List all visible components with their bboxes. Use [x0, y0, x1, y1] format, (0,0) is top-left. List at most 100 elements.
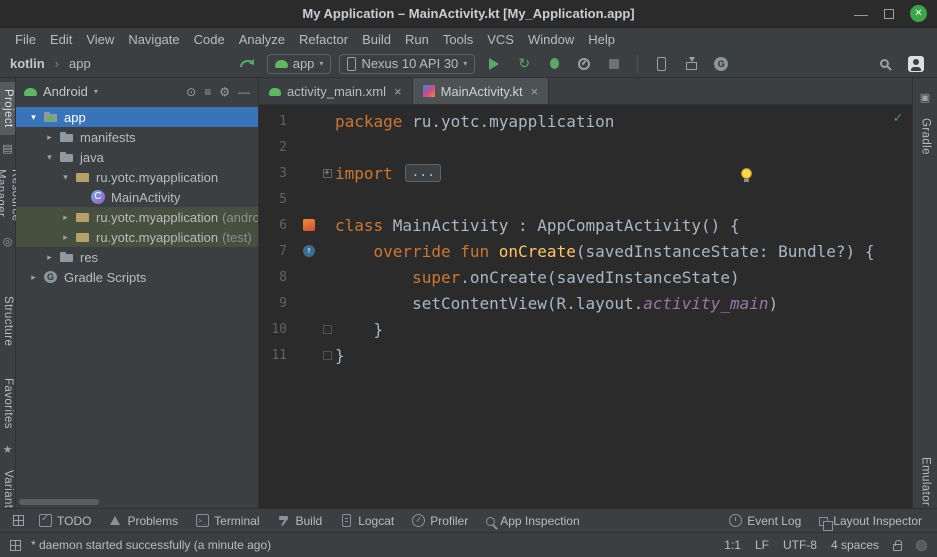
tool-button-favorites[interactable]: Favorites: [0, 371, 15, 436]
line-number[interactable]: 10: [259, 322, 299, 337]
select-opened-file-icon[interactable]: ⊙: [186, 85, 196, 99]
tree-item-java[interactable]: ▾java: [16, 147, 258, 167]
menu-item-window[interactable]: Window: [521, 30, 581, 49]
code-text[interactable]: override fun onCreate(savedInstanceState…: [335, 242, 874, 261]
breadcrumb-module[interactable]: app: [69, 56, 91, 71]
code-text[interactable]: package ru.yotc.myapplication: [335, 112, 614, 131]
menu-item-view[interactable]: View: [79, 30, 121, 49]
tree-item-manifests[interactable]: ▸manifests: [16, 127, 258, 147]
code-text[interactable]: class MainActivity : AppCompatActivity()…: [335, 216, 740, 235]
minimize-icon[interactable]: —: [854, 9, 868, 19]
line-number[interactable]: 8: [259, 270, 299, 285]
code-text[interactable]: super.onCreate(savedInstanceState): [335, 268, 740, 287]
tool-button-emulator[interactable]: Emulator: [918, 450, 933, 513]
device-select[interactable]: Nexus 10 API 30 ▾: [339, 54, 475, 74]
tree-collapsed-arrow-icon[interactable]: ▸: [42, 132, 57, 143]
profile-icon[interactable]: [573, 53, 595, 75]
fold-marker-icon[interactable]: [323, 351, 332, 360]
star-icon[interactable]: ★: [3, 443, 13, 456]
encoding-widget[interactable]: UTF-8: [783, 538, 817, 552]
editor-tab-activity-main-xml[interactable]: activity_main.xml×: [259, 78, 413, 104]
menu-item-navigate[interactable]: Navigate: [121, 30, 186, 49]
tool-window-button-event-log[interactable]: Event Log: [720, 509, 810, 532]
bookmarks-icon[interactable]: ▤: [2, 142, 12, 155]
caret-position-widget[interactable]: 1:1: [724, 538, 741, 552]
line-number[interactable]: 11: [259, 348, 299, 363]
tab-close-icon[interactable]: ×: [531, 84, 539, 99]
maximize-icon[interactable]: [884, 9, 894, 19]
menu-item-run[interactable]: Run: [398, 30, 436, 49]
line-number[interactable]: 2: [259, 140, 299, 155]
tree-item-app[interactable]: ▾app: [16, 107, 258, 127]
close-icon[interactable]: ✕: [910, 5, 927, 22]
gear-icon[interactable]: ⚙: [219, 85, 230, 99]
fold-expand-icon[interactable]: +: [323, 169, 332, 178]
tool-windows-toggle[interactable]: [6, 515, 30, 526]
tool-window-button-logcat[interactable]: Logcat: [331, 509, 403, 532]
code-text[interactable]: import ...: [335, 164, 752, 183]
run-configuration-select[interactable]: app ▾: [267, 54, 332, 74]
horizontal-scrollbar[interactable]: [19, 499, 99, 505]
line-number[interactable]: 7: [259, 244, 299, 259]
collapse-all-icon[interactable]: ≡: [204, 85, 211, 99]
tree-expanded-arrow-icon[interactable]: ▾: [26, 112, 41, 123]
line-number[interactable]: 1: [259, 114, 299, 129]
fold-marker-icon[interactable]: [323, 325, 332, 334]
tree-collapsed-arrow-icon[interactable]: ▸: [58, 212, 73, 223]
search-everywhere-button[interactable]: [873, 53, 895, 75]
tree-item-ru-yotc-myapplication[interactable]: ▾ru.yotc.myapplication: [16, 167, 258, 187]
override-method-gutter-icon[interactable]: [303, 245, 315, 257]
editor-tab-mainactivity-kt[interactable]: MainActivity.kt×: [413, 78, 550, 104]
tree-collapsed-arrow-icon[interactable]: ▸: [26, 272, 41, 283]
tree-item-gradle-scripts[interactable]: ▸Gradle Scripts: [16, 267, 258, 287]
tab-close-icon[interactable]: ×: [394, 84, 402, 99]
tool-window-button-problems[interactable]: Problems: [100, 509, 187, 532]
menu-item-help[interactable]: Help: [581, 30, 622, 49]
tool-windows-icon[interactable]: [10, 540, 21, 551]
run-button[interactable]: [483, 53, 505, 75]
tool-window-button-terminal[interactable]: Terminal: [187, 509, 268, 532]
tool-button-gradle[interactable]: Gradle: [918, 111, 933, 162]
tree-item-res[interactable]: ▸res: [16, 247, 258, 267]
tool-window-button-todo[interactable]: TODO: [30, 509, 100, 532]
device-manager-icon[interactable]: [650, 53, 672, 75]
tree-expanded-arrow-icon[interactable]: ▾: [42, 152, 57, 163]
avatar[interactable]: [905, 53, 927, 75]
tool-window-button-profiler[interactable]: Profiler: [403, 509, 477, 532]
menu-item-file[interactable]: File: [8, 30, 43, 49]
line-number[interactable]: 5: [259, 192, 299, 207]
project-view-mode[interactable]: Android: [43, 84, 88, 99]
tool-window-button-layout-inspector[interactable]: Layout Inspector: [810, 509, 931, 532]
lock-icon[interactable]: [893, 544, 902, 551]
tree-collapsed-arrow-icon[interactable]: ▸: [58, 232, 73, 243]
intention-bulb-icon[interactable]: [741, 168, 752, 179]
inspections-ok-icon[interactable]: ✓: [894, 110, 902, 126]
chevron-down-icon[interactable]: ▾: [94, 87, 98, 96]
hide-panel-icon[interactable]: —: [238, 85, 250, 99]
apply-changes-icon[interactable]: ↻: [513, 53, 535, 75]
line-number[interactable]: 3: [259, 166, 299, 181]
stop-icon[interactable]: [603, 53, 625, 75]
menu-item-tools[interactable]: Tools: [436, 30, 480, 49]
tree-item-mainactivity[interactable]: MainActivity: [16, 187, 258, 207]
line-number[interactable]: 6: [259, 218, 299, 233]
tool-window-button-app-inspection[interactable]: App Inspection: [477, 509, 588, 532]
gradle-sync-icon[interactable]: G: [710, 53, 732, 75]
tree-item-ru-yotc-myapplication-androidtest[interactable]: ▸ru.yotc.myapplication(androidTest): [16, 207, 258, 227]
menu-item-edit[interactable]: Edit: [43, 30, 79, 49]
menu-item-code[interactable]: Code: [187, 30, 232, 49]
tool-button-project[interactable]: Project: [0, 82, 15, 135]
tool-window-button-build[interactable]: Build: [269, 509, 332, 532]
code-text[interactable]: setContentView(R.layout.activity_main): [335, 294, 778, 313]
code-text[interactable]: }: [335, 320, 383, 339]
activity-class-gutter-icon[interactable]: [303, 219, 315, 231]
indicator-circle-icon[interactable]: [916, 540, 927, 551]
pin-icon[interactable]: ◎: [3, 235, 13, 248]
menu-item-refactor[interactable]: Refactor: [292, 30, 355, 49]
line-separator-widget[interactable]: LF: [755, 538, 769, 552]
tree-collapsed-arrow-icon[interactable]: ▸: [42, 252, 57, 263]
gradle-icon[interactable]: ▣: [920, 91, 930, 104]
tree-item-ru-yotc-myapplication-test[interactable]: ▸ru.yotc.myapplication(test): [16, 227, 258, 247]
debug-icon[interactable]: [543, 53, 565, 75]
sdk-manager-icon[interactable]: [680, 53, 702, 75]
